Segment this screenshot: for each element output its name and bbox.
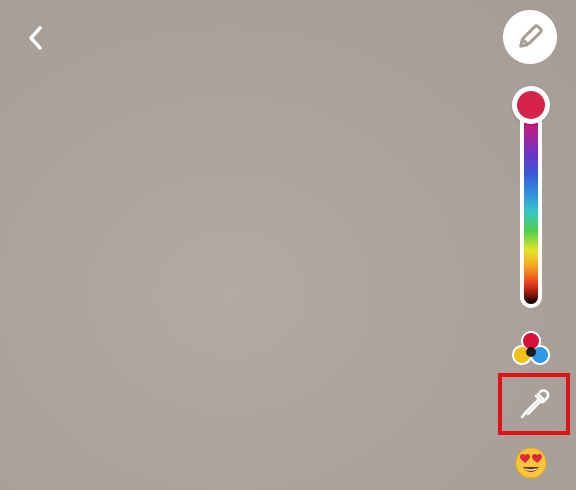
pencil-tool-button[interactable]: [503, 10, 557, 64]
chevron-left-icon: [29, 26, 42, 50]
heart-eyes-emoji-icon: [515, 447, 547, 479]
color-gradient-track: [524, 112, 538, 304]
eyedropper-icon: [520, 389, 550, 419]
drawing-canvas[interactable]: [0, 0, 576, 490]
emoji-sticker-button[interactable]: [514, 446, 548, 480]
selected-color-swatch: [517, 91, 545, 119]
color-slider-thumb[interactable]: [512, 86, 550, 124]
color-palette-button[interactable]: [509, 327, 553, 371]
color-slider[interactable]: [520, 108, 542, 308]
color-palette-icon: [512, 331, 550, 365]
back-button[interactable]: [18, 20, 54, 56]
pencil-icon: [519, 24, 543, 48]
eyedropper-button[interactable]: [498, 373, 570, 435]
